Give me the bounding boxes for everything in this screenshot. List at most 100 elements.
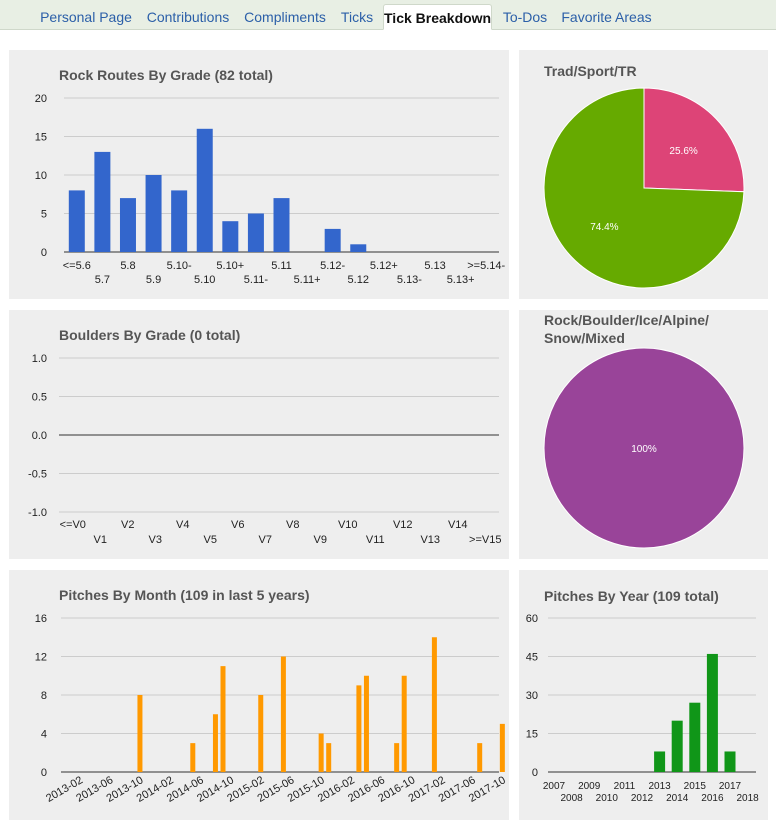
year-ytick-label: 0 [532,767,538,779]
year-xtick-label: 2013 [648,781,671,792]
boulder-xtick-label: V7 [259,534,272,546]
rock-bar [145,175,162,252]
month-bar [220,666,226,772]
boulder-xtick-label: V4 [176,519,189,531]
rock-ytick-label: 15 [35,132,47,144]
boulder-xtick-label: V12 [393,519,413,531]
year-xtick-label: 2008 [560,793,583,804]
year-ytick-label: 60 [526,613,538,625]
month-bar [363,675,369,772]
month-ytick-label: 4 [41,729,47,741]
boulder-ytick-label: 0.0 [32,430,47,442]
tab-ticks[interactable]: Ticks [337,4,377,30]
rock-xtick-label: 5.11- [244,274,269,286]
year-bar [689,702,701,772]
boulder-xtick-label: V1 [94,534,107,546]
year-ytick-label: 15 [526,729,538,741]
rock-xtick-label: 5.13 [424,260,445,272]
month-bar [356,685,362,772]
rock-xtick-label: 5.10- [167,260,192,272]
month-bar [212,714,218,772]
boulder-ytick-label: -1.0 [28,507,47,519]
boulder-xtick-label: V13 [420,534,440,546]
month-bar [318,733,324,772]
rock-xtick-label: <=5.6 [63,260,91,272]
boulder-ytick-label: 0.5 [32,392,47,404]
tab-favorite-areas[interactable]: Favorite Areas [560,4,653,30]
rock-xtick-label: 5.12- [320,260,345,272]
year-xtick-label: 2017 [719,781,742,792]
pitches-by-month-chart: 04812162013-022013-062013-102014-022014-… [35,613,508,805]
trad-sport-tr-slice-label: 74.4% [590,222,618,233]
month-bar [499,723,505,772]
boulder-xtick-label: V14 [448,519,468,531]
boulder-xtick-label: V8 [286,519,299,531]
rock-bar [94,151,111,252]
tab-contributions[interactable]: Contributions [143,4,233,30]
boulder-xtick-label: >=V15 [469,534,501,546]
rock-xtick-label: 5.9 [146,274,161,286]
year-bar [654,751,666,772]
month-ytick-label: 8 [41,690,47,702]
year-ytick-label: 45 [526,652,538,664]
month-bar [326,743,332,772]
rock-ytick-label: 0 [41,247,47,259]
month-bar [137,695,143,772]
month-ytick-label: 0 [41,767,47,779]
rock-bar [222,221,239,252]
boulder-xtick-label: <=V0 [60,519,86,531]
discipline-pie: 100% [543,347,745,549]
boulder-xtick-label: V10 [338,519,358,531]
pitches-by-year-chart: 0 15 30 45 60 2007 2009 2011 2013 2015 2017 2008 201… [526,613,759,804]
boulders-panel: Boulders By Grade (0 total) 1.0 0.5 0.0 -0.… [9,310,509,559]
boulder-xtick-label: V11 [366,534,385,546]
month-bar [477,743,483,772]
rock-bar [196,128,213,252]
year-xtick-label: 2018 [736,793,759,804]
rock-bar [273,198,290,252]
tab-to-dos[interactable]: To-Dos [498,4,552,30]
boulder-xtick-label: V6 [231,519,244,531]
boulder-xtick-label: V5 [204,534,217,546]
month-bar [280,656,286,772]
year-xtick-label: 2009 [578,781,601,792]
discipline-panel: Rock/Boulder/Ice/Alpine/ Snow/Mixed 100% [519,310,768,559]
rock-xtick-label: 5.12 [348,274,369,286]
tab-compliments[interactable]: Compliments [241,4,329,30]
trad-sport-tr-pie: 25.6% 74.4% [543,87,745,289]
month-bar [394,743,400,772]
rock-bar [324,228,341,252]
rock-routes-chart: 05101520<=5.65.75.85.95.10-5.105.10+5.11… [35,93,506,286]
month-bar [258,695,264,772]
pitches-by-month-panel: Pitches By Month (109 in last 5 years) 0… [9,570,509,820]
year-xtick-label: 2016 [701,793,724,804]
tab-tick-breakdown[interactable]: Tick Breakdown [383,4,492,30]
tab-bar: Personal Page Contributions Compliments … [0,0,776,30]
rock-xtick-label: >=5.14- [467,260,505,272]
boulder-ytick-label: -0.5 [28,469,47,481]
month-bar [401,675,407,772]
rock-routes-panel: Rock Routes By Grade (82 total) 0 5 10 15 20… [9,50,509,299]
year-xtick-label: 2012 [631,793,654,804]
year-xtick-label: 2014 [666,793,689,804]
rock-ytick-label: 10 [35,170,47,182]
boulder-xtick-label: V3 [149,534,162,546]
year-xtick-label: 2011 [614,781,636,792]
rock-bar [119,198,136,252]
year-ytick-label: 30 [526,690,538,702]
month-ytick-label: 16 [35,613,47,625]
month-ytick-label: 12 [35,652,47,664]
boulder-xtick-label: V2 [121,519,134,531]
trad-sport-tr-slice-label: 25.6% [669,146,697,157]
rock-xtick-label: 5.11 [271,260,292,272]
rock-bar [350,244,367,252]
trad-sport-tr-panel: Trad/Sport/TR 25.6% 74.4% [519,50,768,299]
boulder-ytick-label: 1.0 [32,353,47,365]
rock-xtick-label: 5.12+ [370,260,398,272]
rock-ytick-label: 20 [35,93,47,105]
rock-xtick-label: 5.8 [120,260,135,272]
rock-bar [68,190,85,252]
tab-personal-page[interactable]: Personal Page [36,4,136,30]
rock-xtick-label: 5.11+ [294,274,321,286]
year-xtick-label: 2015 [684,781,707,792]
